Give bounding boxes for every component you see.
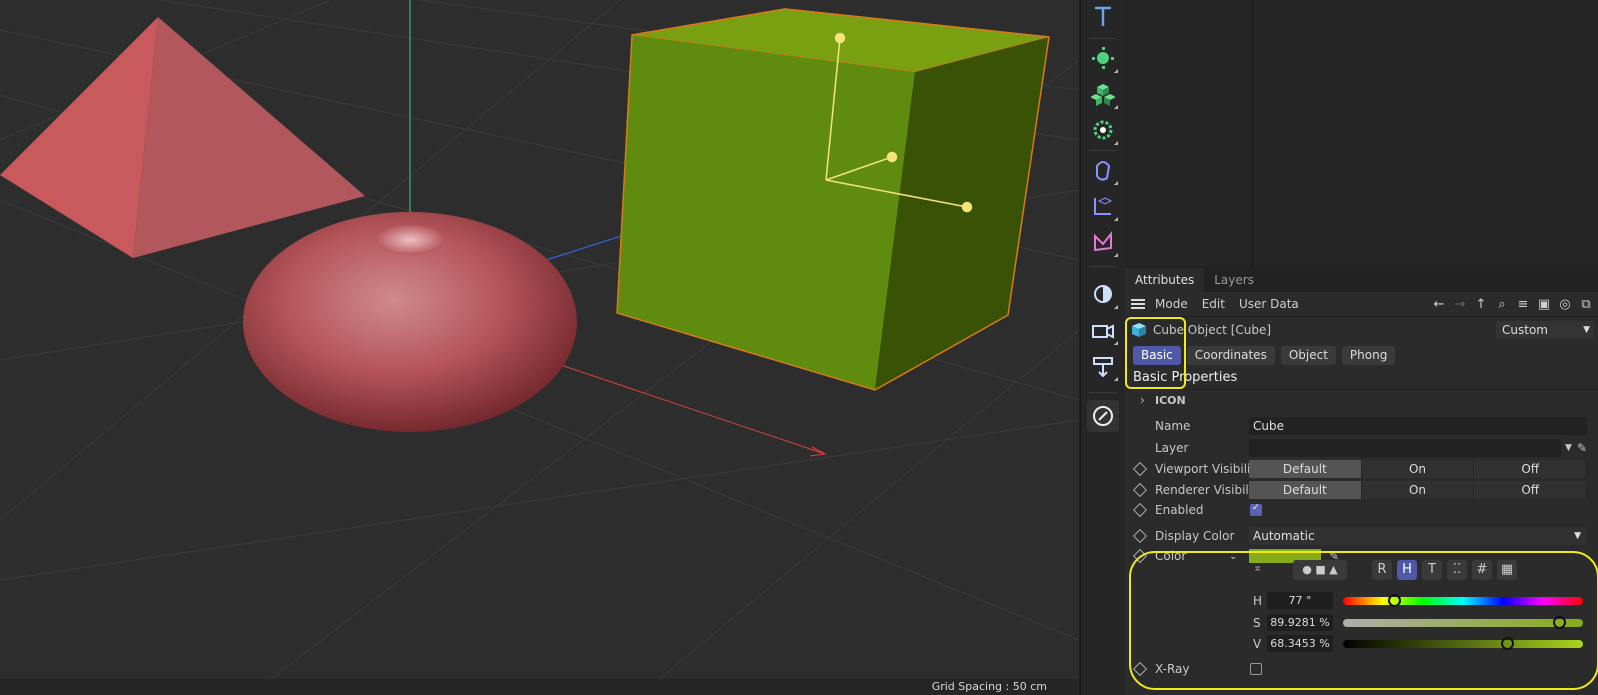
viewport-visibility-label: Viewport Visibility xyxy=(1155,462,1263,476)
target-icon[interactable]: ◎ xyxy=(1557,296,1573,312)
name-field[interactable]: Cube xyxy=(1249,417,1587,435)
chevron-down-icon: ▼ xyxy=(1574,531,1581,541)
text-tool-button[interactable] xyxy=(1087,0,1119,32)
camera-button[interactable] xyxy=(1087,314,1119,346)
up-arrow-icon[interactable]: ↑ xyxy=(1473,296,1489,312)
toolbar-separator xyxy=(1089,38,1117,39)
objects-button[interactable] xyxy=(1087,78,1119,110)
light-button[interactable] xyxy=(1087,278,1119,310)
viewport-3d[interactable]: Grid Spacing : 50 cm xyxy=(0,0,1079,695)
keyframe-diamond-icon[interactable] xyxy=(1132,528,1148,544)
panel-divider xyxy=(1252,0,1253,266)
preset-value: Custom xyxy=(1502,323,1548,337)
field-button[interactable] xyxy=(1087,226,1119,258)
vertical-toolbar xyxy=(1080,0,1126,695)
renderer-visibility-off[interactable]: Off xyxy=(1474,481,1588,499)
layer-row: Layer ▼ ✎ xyxy=(1125,438,1598,458)
attribute-subtabs: Basic Coordinates Object Phong xyxy=(1125,343,1598,367)
viewport-visibility-off[interactable]: Off xyxy=(1474,460,1588,478)
light-icon xyxy=(1094,285,1112,303)
menu-mode[interactable]: Mode xyxy=(1155,297,1188,311)
layer-dropdown-icon[interactable]: ▼ xyxy=(1565,443,1572,453)
object-header: Cube Object [Cube] Custom ▼ xyxy=(1125,317,1598,343)
highlight-basic-tab xyxy=(1125,317,1186,389)
generator-button[interactable] xyxy=(1087,42,1119,74)
viewport-status-bar xyxy=(0,679,1079,695)
mograph-icon xyxy=(1093,120,1113,140)
edit-tool-button[interactable] xyxy=(1087,400,1119,432)
tab-layers[interactable]: Layers xyxy=(1204,268,1264,292)
keyframe-diamond-icon[interactable] xyxy=(1132,482,1148,498)
layer-field[interactable] xyxy=(1249,439,1561,457)
scene-canvas[interactable] xyxy=(0,0,1079,695)
field-icon xyxy=(1094,231,1112,252)
subtab-object[interactable]: Object xyxy=(1280,345,1336,365)
viewport-visibility-on[interactable]: On xyxy=(1361,460,1475,478)
new-window-icon[interactable]: ⧉ xyxy=(1578,296,1594,312)
subtab-coordinates[interactable]: Coordinates xyxy=(1186,345,1275,365)
display-color-label: Display Color xyxy=(1155,529,1235,543)
renderer-visibility-segment: Default On Off xyxy=(1249,481,1588,499)
chevron-down-icon: ▼ xyxy=(1583,325,1590,335)
torus-object[interactable] xyxy=(243,212,577,432)
renderer-visibility-default[interactable]: Default xyxy=(1249,481,1362,499)
viewport-visibility-default[interactable]: Default xyxy=(1249,460,1362,478)
subtab-phong[interactable]: Phong xyxy=(1341,345,1396,365)
section-title: Basic Properties xyxy=(1125,367,1598,390)
viewport-visibility-row: Viewport Visibility Default On Off xyxy=(1125,459,1598,479)
camera-icon xyxy=(1092,324,1114,339)
keyframe-diamond-icon[interactable] xyxy=(1132,502,1148,518)
layer-label: Layer xyxy=(1155,441,1189,455)
name-label: Name xyxy=(1155,419,1191,433)
pencil-icon xyxy=(1093,406,1113,426)
display-color-row: Display Color Automatic ▼ xyxy=(1125,526,1598,546)
toolbar-separator xyxy=(1089,392,1117,393)
highlight-color-picker xyxy=(1129,551,1598,690)
chevron-right-icon: › xyxy=(1140,393,1145,407)
floor-button[interactable] xyxy=(1087,350,1119,382)
menu-user-data[interactable]: User Data xyxy=(1239,297,1299,311)
cubes-icon xyxy=(1091,84,1115,106)
icon-group-row[interactable]: › ICON xyxy=(1125,390,1598,410)
keyframe-diamond-icon[interactable] xyxy=(1132,461,1148,477)
nav-icons: ← → ↑ ⌕ ≡ ▣ ◎ ⧉ xyxy=(1431,296,1598,312)
renderer-visibility-label: Renderer Visibility xyxy=(1155,483,1264,497)
viewport-visibility-segment: Default On Off xyxy=(1249,460,1588,478)
toolbar-separator xyxy=(1089,150,1117,151)
preset-dropdown[interactable]: Custom ▼ xyxy=(1496,321,1594,339)
search-icon[interactable]: ⌕ xyxy=(1494,296,1510,312)
renderer-visibility-row: Renderer Visibility Default On Off xyxy=(1125,480,1598,500)
deformer-icon xyxy=(1096,161,1111,181)
enabled-checkbox[interactable] xyxy=(1250,503,1262,516)
renderer-visibility-on[interactable]: On xyxy=(1361,481,1475,499)
tab-attributes[interactable]: Attributes xyxy=(1125,268,1205,292)
spline-button[interactable] xyxy=(1087,190,1119,222)
toolbar-separator xyxy=(1089,266,1117,267)
floor-icon xyxy=(1093,357,1113,378)
axis-icon xyxy=(1094,197,1113,215)
panel-tabs: Attributes Layers xyxy=(1125,266,1598,292)
generator-icon xyxy=(1092,47,1114,69)
icon-group-label: ICON xyxy=(1155,393,1186,407)
eyedropper-icon[interactable]: ✎ xyxy=(1577,441,1587,455)
deformer-button[interactable] xyxy=(1087,154,1119,186)
filter-icon[interactable]: ≡ xyxy=(1515,296,1531,312)
hamburger-menu-icon[interactable] xyxy=(1131,299,1145,309)
back-arrow-icon[interactable]: ← xyxy=(1431,296,1447,312)
text-icon xyxy=(1095,6,1111,26)
lock-icon[interactable]: ▣ xyxy=(1536,296,1552,312)
attributes-menubar: Mode Edit User Data ← → ↑ ⌕ ≡ ▣ ◎ ⧉ xyxy=(1125,292,1598,317)
display-color-value: Automatic xyxy=(1253,529,1315,543)
forward-arrow-icon[interactable]: → xyxy=(1452,296,1468,312)
mograph-button[interactable] xyxy=(1087,114,1119,146)
object-manager-panel xyxy=(1125,0,1598,266)
display-color-dropdown[interactable]: Automatic ▼ xyxy=(1249,527,1587,545)
cube-object[interactable] xyxy=(616,8,1050,391)
enabled-label: Enabled xyxy=(1155,503,1204,517)
grid-spacing-label: Grid Spacing : 50 cm xyxy=(927,679,1051,695)
menu-edit[interactable]: Edit xyxy=(1202,297,1225,311)
name-row: Name Cube xyxy=(1125,416,1598,436)
enabled-row: Enabled xyxy=(1125,500,1598,520)
